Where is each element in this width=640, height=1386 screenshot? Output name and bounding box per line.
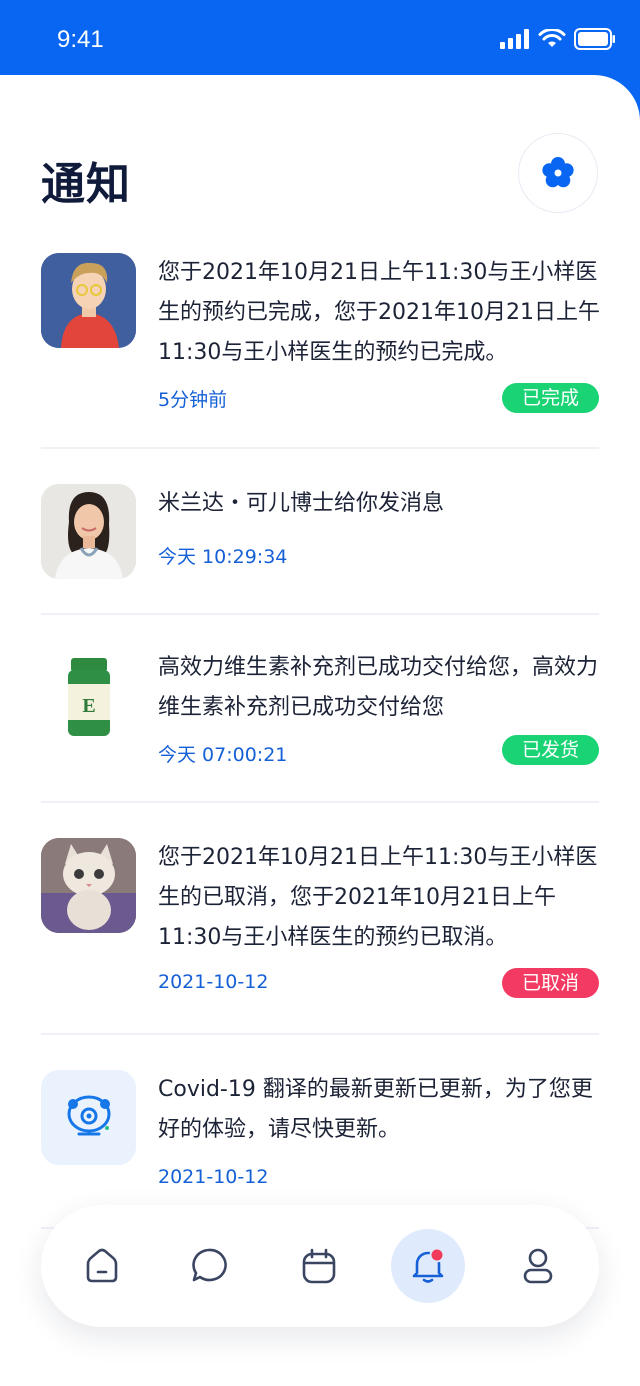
status-icons [500,28,616,50]
nav-home[interactable] [65,1229,139,1303]
bottom-nav [41,1205,599,1327]
notification-time: 5分钟前 [158,389,228,411]
home-icon [86,1248,118,1283]
notification-item[interactable]: E 高效力维生素补充剂已成功交付给您，高效力维生素补充剂已成功交付给您 今天 0… [41,615,599,803]
wifi-icon [538,29,566,47]
nav-profile[interactable] [501,1229,575,1303]
notification-time: 今天 07:00:21 [158,744,288,766]
flower-gear-icon [542,157,574,188]
notification-message: 您于2021年10月21日上午11:30与王小样医生的预约已完成，您于2021年… [158,260,600,365]
status-time: 9:41 [57,26,104,53]
battery-icon [574,28,615,50]
chat-icon [192,1248,227,1282]
notification-list: 您于2021年10月21日上午11:30与王小样医生的预约已完成，您于2021年… [41,230,600,1229]
notification-item[interactable]: 您于2021年10月21日上午11:30与王小样医生的预约已完成，您于2021年… [41,230,600,449]
notification-message: 您于2021年10月21日上午11:30与王小样医生的已取消，您于2021年10… [158,845,598,950]
status-badge: 已完成 [501,383,599,413]
status-badge: 已发货 [501,735,599,765]
svg-text:E: E [82,695,95,717]
status-badge: 已取消 [501,968,599,998]
notification-time: 今天 10:29:34 [158,546,288,568]
calendar-icon [302,1248,336,1284]
notification-message: 高效力维生素补充剂已成功交付给您，高效力维生素补充剂已成功交付给您 [158,655,599,720]
signal-icon [500,29,529,49]
virus-update-icon [41,1070,136,1165]
notification-time: 2021-10-12 [158,971,269,993]
nav-notifications[interactable] [391,1229,465,1303]
settings-button[interactable] [518,133,598,213]
notification-item[interactable]: 您于2021年10月21日上午11:30与王小样医生的已取消，您于2021年10… [41,803,599,1035]
nav-chat[interactable] [172,1229,246,1303]
avatar-illustration [41,253,136,348]
vitamin-bottle: E [41,650,136,745]
notification-time: 2021-10-12 [158,1166,269,1188]
bell-icon [412,1247,445,1283]
notification-message: Covid-19 翻译的最新更新已更新，为了您更好的体验，请尽快更新。 [158,1077,593,1142]
nav-calendar[interactable] [282,1229,356,1303]
page-title: 通知 [41,159,131,210]
notification-item[interactable]: Covid-19 翻译的最新更新已更新，为了您更好的体验，请尽快更新。 2021… [41,1035,599,1229]
notification-message: 米兰达・可儿博士给你发消息 [158,491,445,516]
doctor-photo [41,484,136,579]
profile-icon [523,1248,553,1284]
kitten-photo [41,838,136,933]
notification-item[interactable]: 米兰达・可儿博士给你发消息 今天 10:29:34 [41,449,599,615]
